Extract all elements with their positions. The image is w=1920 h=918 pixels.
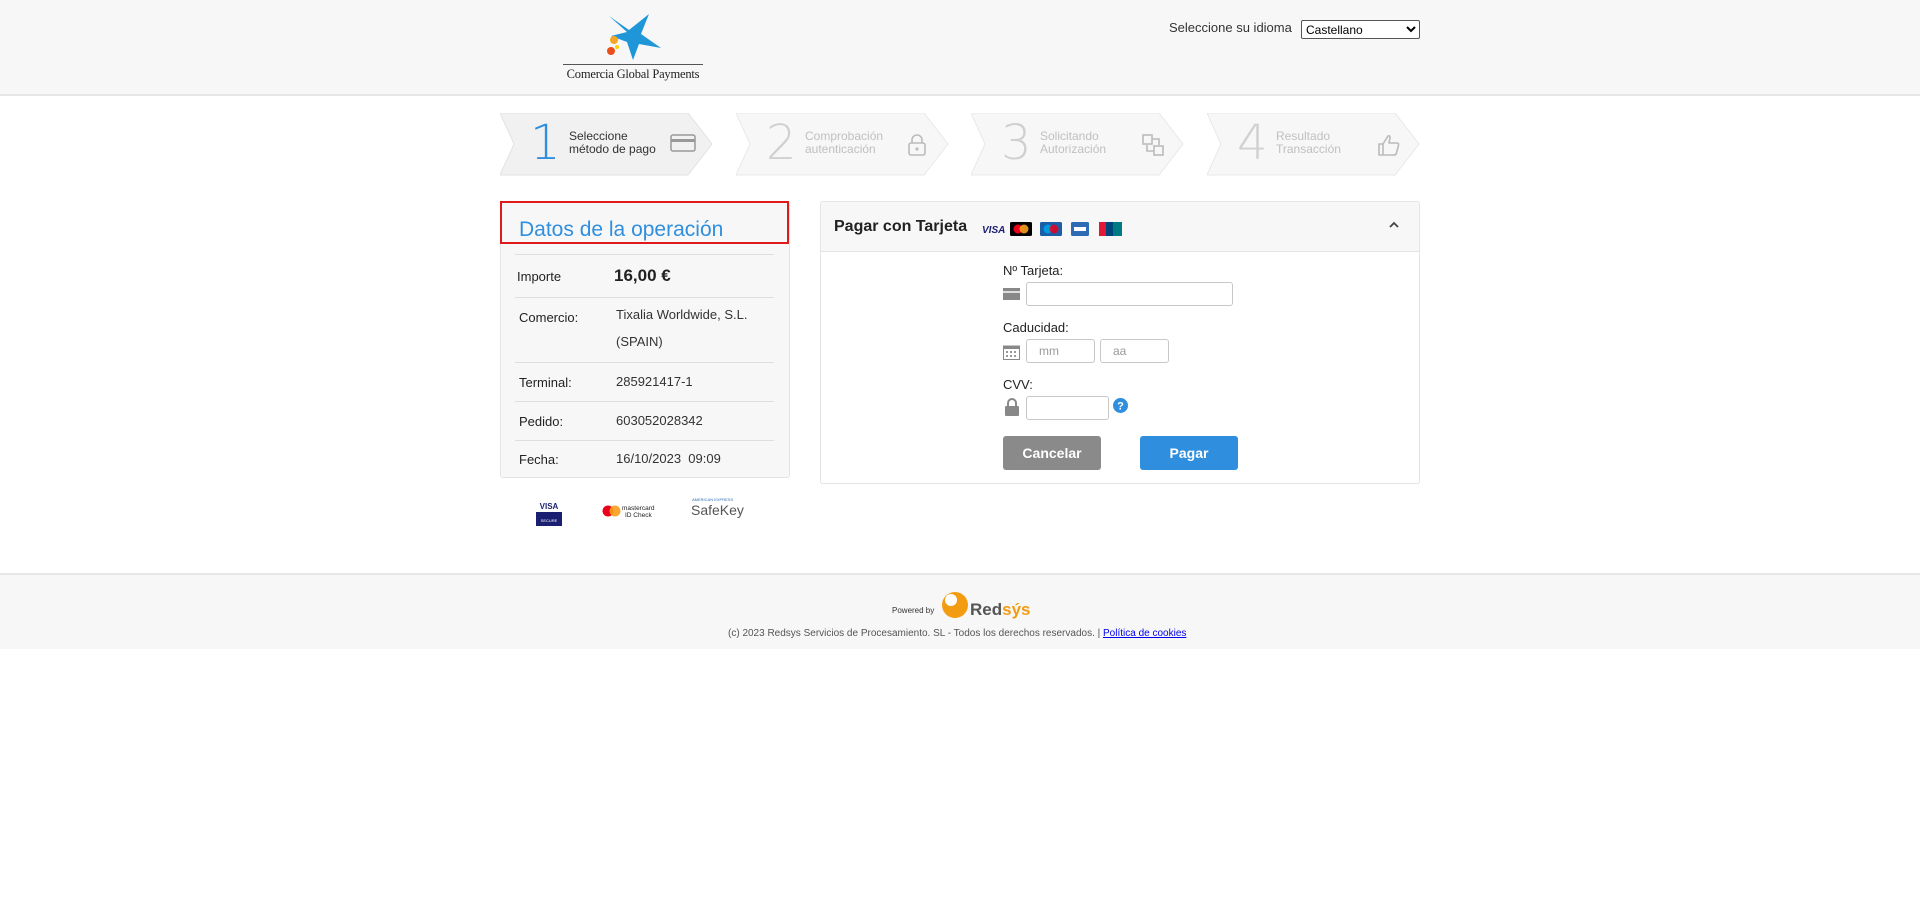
- step-1: 1 Seleccione método de pago: [500, 113, 713, 176]
- svg-text:ID Check: ID Check: [625, 512, 652, 519]
- step-2: 2 Comprobación autenticación: [736, 113, 949, 176]
- card-number-input[interactable]: [1026, 282, 1233, 306]
- payment-header[interactable]: Pagar con Tarjeta VISA: [821, 202, 1419, 252]
- header: Comercia Global Payments Seleccione su i…: [0, 0, 1920, 96]
- svg-text:VISA: VISA: [982, 225, 1005, 236]
- operation-title: Datos de la operación: [519, 218, 724, 241]
- payment-title: Pagar con Tarjeta: [834, 218, 968, 235]
- step-number: 1: [530, 115, 561, 171]
- step-number: 2: [766, 115, 797, 171]
- card-icon: [670, 134, 696, 152]
- merchant-name: Tixalia Worldwide, S.L.: [616, 307, 748, 322]
- language-select[interactable]: Castellano: [1301, 20, 1420, 39]
- terminal-label: Terminal:: [519, 375, 572, 390]
- amex-icon: [1071, 222, 1089, 236]
- amount-label: Importe: [517, 269, 562, 284]
- thumbs-up-icon: [1378, 134, 1400, 156]
- merchant-row: Comercio: Tixalia Worldwide, S.L. (SPAIN…: [515, 297, 774, 362]
- copyright-text: (c) 2023 Redsys Servicios de Procesamien…: [728, 628, 1187, 639]
- powered-by-label: Powered by: [892, 606, 935, 615]
- security-badges: VISA SECURE mastercard ID Check AMERICAN…: [532, 496, 772, 535]
- merchant-label: Comercio:: [519, 310, 579, 325]
- cookie-policy-link[interactable]: Política de cookies: [1103, 628, 1186, 639]
- card-brands: VISA: [982, 222, 1122, 236]
- svg-text:mastercard: mastercard: [622, 505, 655, 512]
- cancel-button[interactable]: Cancelar: [1003, 436, 1101, 470]
- language-label: Seleccione su idioma: [1169, 20, 1292, 35]
- pay-button[interactable]: Pagar: [1140, 436, 1238, 470]
- visa-icon: VISA: [982, 225, 1005, 236]
- step-number: 4: [1237, 115, 1268, 171]
- expiry-month-input[interactable]: [1026, 339, 1095, 363]
- terminal-row: Terminal: 285921417-1: [515, 362, 774, 401]
- footer: Powered by Redsýs (c) 2023 Redsys Servic…: [0, 573, 1920, 649]
- cvv-input[interactable]: [1026, 396, 1109, 420]
- order-row: Pedido: 603052028342: [515, 401, 774, 440]
- step-3: 3 Solicitando Autorización: [971, 113, 1184, 176]
- expiry-label: Caducidad:: [1003, 320, 1069, 335]
- step-label: Comprobación autenticación: [805, 129, 884, 156]
- svg-text:SafeKey: SafeKey: [691, 502, 744, 518]
- step-label: Solicitando Autorización: [1040, 129, 1107, 156]
- merchant-country: (SPAIN): [616, 334, 663, 349]
- date-row: Fecha: 16/10/2023 09:09: [515, 440, 774, 477]
- step-label: Resultado Transacción: [1276, 129, 1341, 156]
- step-4: 4 Resultado Transacción: [1207, 113, 1420, 176]
- step-label: Seleccione método de pago: [569, 129, 656, 156]
- lock-icon: [908, 134, 926, 156]
- redsys-logo-text: Redsýs: [970, 600, 1031, 619]
- mastercard-icon: [1010, 222, 1032, 236]
- redsys-logo-icon: [942, 592, 968, 618]
- step-number: 3: [1001, 115, 1032, 171]
- calendar-icon: [1003, 345, 1020, 360]
- card-number-label: Nº Tarjeta:: [1003, 263, 1064, 278]
- expiry-year-input[interactable]: [1100, 339, 1169, 363]
- cvv-label: CVV:: [1003, 377, 1033, 392]
- caixabank-logo: Comercia Global Payments: [563, 12, 703, 82]
- visa-secure-badge: VISA SECURE: [536, 502, 562, 526]
- svg-text:SECURE: SECURE: [541, 518, 558, 523]
- transfer-icon: [1142, 134, 1164, 156]
- amount-value: 16,00 €: [614, 266, 671, 285]
- card-icon: [1003, 288, 1020, 300]
- order-value: 603052028342: [616, 413, 703, 428]
- amount-row: Importe 16,00 €: [515, 254, 774, 297]
- date-label: Fecha:: [519, 452, 559, 467]
- maestro-icon: [1040, 222, 1062, 236]
- logo-text: Comercia Global Payments: [563, 64, 703, 82]
- amex-safekey-badge: AMERICAN EXPRESS SafeKey: [691, 497, 744, 518]
- lock-icon: [1005, 398, 1019, 416]
- checkout-steps: 1 Seleccione método de pago 2 Comprobació…: [500, 113, 1422, 176]
- terminal-value: 285921417-1: [616, 374, 693, 389]
- svg-text:?: ?: [1117, 401, 1124, 413]
- mastercard-id-check-badge: mastercard ID Check: [602, 505, 655, 519]
- chevron-up-icon[interactable]: [1388, 219, 1400, 231]
- order-label: Pedido:: [519, 414, 564, 429]
- svg-text:VISA: VISA: [540, 502, 559, 511]
- unionpay-icon: [1099, 222, 1122, 236]
- star-logo-icon: [607, 14, 661, 60]
- date-value: 16/10/2023 09:09: [616, 451, 721, 466]
- help-icon[interactable]: ?: [1113, 398, 1128, 413]
